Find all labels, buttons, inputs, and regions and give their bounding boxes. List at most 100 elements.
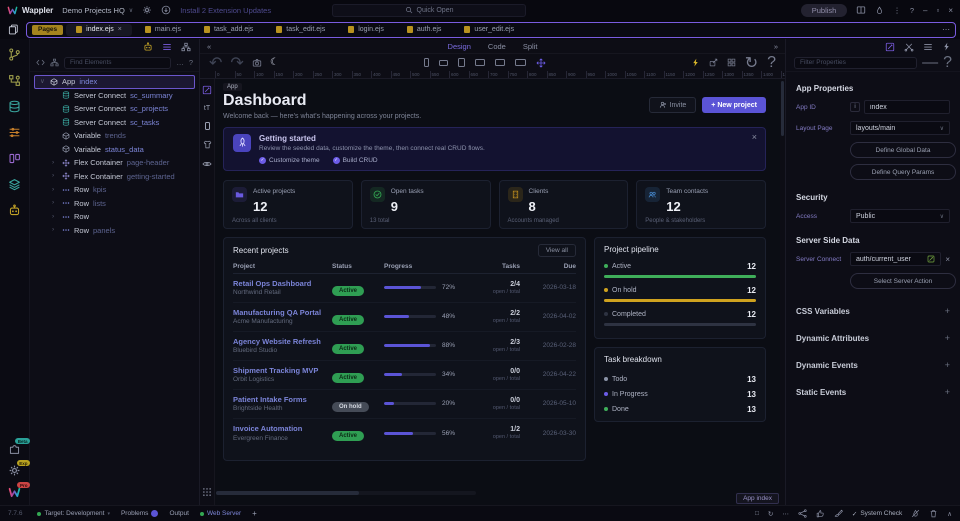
close-tab-icon[interactable]: ×: [118, 26, 122, 33]
section-dynamic-attributes[interactable]: Dynamic Attributes +: [796, 333, 950, 343]
tree-item-row-kpis[interactable]: › Row kpis: [46, 183, 195, 197]
layers-icon[interactable]: [8, 178, 21, 191]
help-icon[interactable]: ?: [943, 54, 952, 72]
expand-plus-icon[interactable]: +: [945, 360, 950, 370]
cut-icon[interactable]: [904, 42, 914, 52]
device-phone-icon[interactable]: [424, 58, 429, 67]
device-tv-icon[interactable]: [515, 59, 526, 66]
app-structure-tab-icon[interactable]: [162, 42, 172, 52]
collapse-right-icon[interactable]: »: [774, 42, 778, 51]
install-updates-link[interactable]: Install 2 Extension Updates: [180, 6, 271, 15]
redo-icon[interactable]: ↷: [230, 53, 243, 73]
section-static-events[interactable]: Static Events +: [796, 387, 950, 397]
tab-user-edit-ejs[interactable]: user_edit.ejs: [454, 24, 524, 36]
target-selector[interactable]: Target: Development ▾: [37, 510, 110, 517]
tree-item-app-index[interactable]: ∨ App index: [34, 75, 195, 89]
more-icon[interactable]: ⋯: [782, 510, 789, 518]
edit-mode-icon[interactable]: [202, 85, 212, 95]
refresh-icon[interactable]: ↻: [768, 510, 773, 518]
project-link[interactable]: Patient Intake Forms: [233, 395, 332, 404]
tree-item-flex-getting-started[interactable]: › Flex Container getting-started: [46, 170, 195, 184]
help-icon[interactable]: ?: [910, 6, 914, 15]
project-link[interactable]: Agency Website Refresh: [233, 337, 332, 346]
expand-plus-icon[interactable]: +: [945, 387, 950, 397]
tab-task-add-ejs[interactable]: task_add.ejs: [194, 24, 263, 36]
chevron-right-icon[interactable]: ›: [52, 227, 58, 234]
tree-item-sc-summary[interactable]: Server Connect sc_summary: [46, 89, 195, 103]
collapse-up-icon[interactable]: ∧: [947, 510, 952, 518]
tree-item-variable-status-data[interactable]: Variable status_data: [46, 143, 195, 157]
ai-assistant-icon[interactable]: [143, 42, 153, 52]
maximize-button[interactable]: ▫: [936, 6, 939, 15]
bolt-icon[interactable]: [942, 42, 951, 51]
tab-auth-ejs[interactable]: auth.ejs: [397, 24, 452, 36]
database-icon[interactable]: [8, 100, 21, 113]
brush-icon[interactable]: [834, 509, 843, 518]
edit-properties-icon[interactable]: [885, 42, 895, 52]
banner-check-item[interactable]: ✓ Customize theme: [259, 157, 320, 164]
access-select[interactable]: Public ∨: [850, 209, 950, 223]
chevron-right-icon[interactable]: ›: [52, 214, 58, 221]
element-breadcrumb[interactable]: App index: [736, 493, 779, 504]
chevron-right-icon[interactable]: ›: [52, 187, 58, 194]
clear-icon[interactable]: ×: [945, 255, 950, 264]
system-check-button[interactable]: ✓ System Check: [852, 510, 902, 518]
trash-icon[interactable]: [929, 509, 938, 518]
minimize-button[interactable]: –: [923, 6, 927, 15]
extension-updates-icon[interactable]: [161, 5, 171, 15]
theme-droplet-icon[interactable]: [875, 6, 884, 15]
ai-robot-icon[interactable]: [8, 204, 21, 217]
app-element-badge[interactable]: App: [223, 83, 242, 91]
beta-extension-icon[interactable]: Beta: [8, 442, 21, 455]
fit-move-icon[interactable]: [536, 58, 546, 68]
kebab-menu-icon[interactable]: ⋮: [893, 6, 901, 15]
tab-task-edit-ejs[interactable]: task_edit.ejs: [266, 24, 335, 36]
outline-tool-icon[interactable]: [205, 122, 210, 130]
bolt-icon[interactable]: [691, 58, 700, 67]
project-link[interactable]: Shipment Tracking MVP: [233, 366, 332, 375]
theme-tool-icon[interactable]: [203, 140, 212, 149]
tab-split[interactable]: Split: [523, 42, 538, 51]
banner-close-icon[interactable]: ×: [752, 133, 757, 142]
tab-design[interactable]: Design: [448, 42, 471, 51]
tree-view-icon[interactable]: [50, 58, 59, 67]
quick-open-button[interactable]: Quick Open: [332, 4, 526, 17]
banner-check-item[interactable]: ✓ Build CRUD: [333, 157, 378, 164]
tree-item-row[interactable]: › Row: [46, 210, 195, 224]
share-nodes-icon[interactable]: [798, 509, 807, 518]
thumbs-up-icon[interactable]: [816, 509, 825, 518]
stack-icon[interactable]: [923, 42, 933, 52]
device-tablet-icon[interactable]: [458, 58, 465, 67]
tab-main-ejs[interactable]: main.ejs: [135, 24, 191, 36]
tree-item-row-lists[interactable]: › Row lists: [46, 197, 195, 211]
view-all-button[interactable]: View all: [538, 244, 576, 257]
preview-frame-icon[interactable]: □: [755, 510, 759, 517]
edit-pencil-icon[interactable]: [927, 255, 935, 263]
chevron-down-icon[interactable]: ∨: [40, 79, 46, 86]
define-global-data-button[interactable]: Define Global Data: [850, 142, 956, 158]
project-link[interactable]: Retail Ops Dashboard: [233, 279, 332, 288]
expand-plus-icon[interactable]: +: [945, 333, 950, 343]
tab-code[interactable]: Code: [488, 42, 506, 51]
dark-mode-moon-icon[interactable]: ☾: [270, 58, 279, 68]
server-sliders-icon[interactable]: [8, 126, 21, 139]
tab-overflow-icon[interactable]: ⋯: [942, 25, 950, 34]
typography-tool-icon[interactable]: tT: [204, 105, 210, 112]
help-icon[interactable]: ?: [189, 58, 193, 67]
help-icon[interactable]: ?: [767, 54, 776, 72]
app-id-input[interactable]: [864, 100, 950, 114]
workflows-icon[interactable]: [8, 74, 21, 87]
device-laptop-icon[interactable]: [475, 59, 485, 66]
vertical-scrollbar[interactable]: [780, 79, 785, 505]
device-desktop-icon[interactable]: [495, 59, 505, 66]
chevron-right-icon[interactable]: ›: [52, 160, 58, 167]
tab-login-ejs[interactable]: login.ejs: [338, 24, 394, 36]
section-css-variables[interactable]: CSS Variables +: [796, 306, 950, 316]
close-button[interactable]: ×: [948, 6, 953, 15]
clean-droplet-icon[interactable]: [911, 509, 920, 518]
server-connect-value[interactable]: auth/current_user: [850, 252, 941, 266]
components-grid-icon[interactable]: [727, 58, 736, 67]
styles-palette-icon[interactable]: [8, 152, 21, 165]
horizontal-scrollbar[interactable]: [216, 491, 476, 495]
layout-page-select[interactable]: layouts/main ∨: [850, 121, 950, 135]
